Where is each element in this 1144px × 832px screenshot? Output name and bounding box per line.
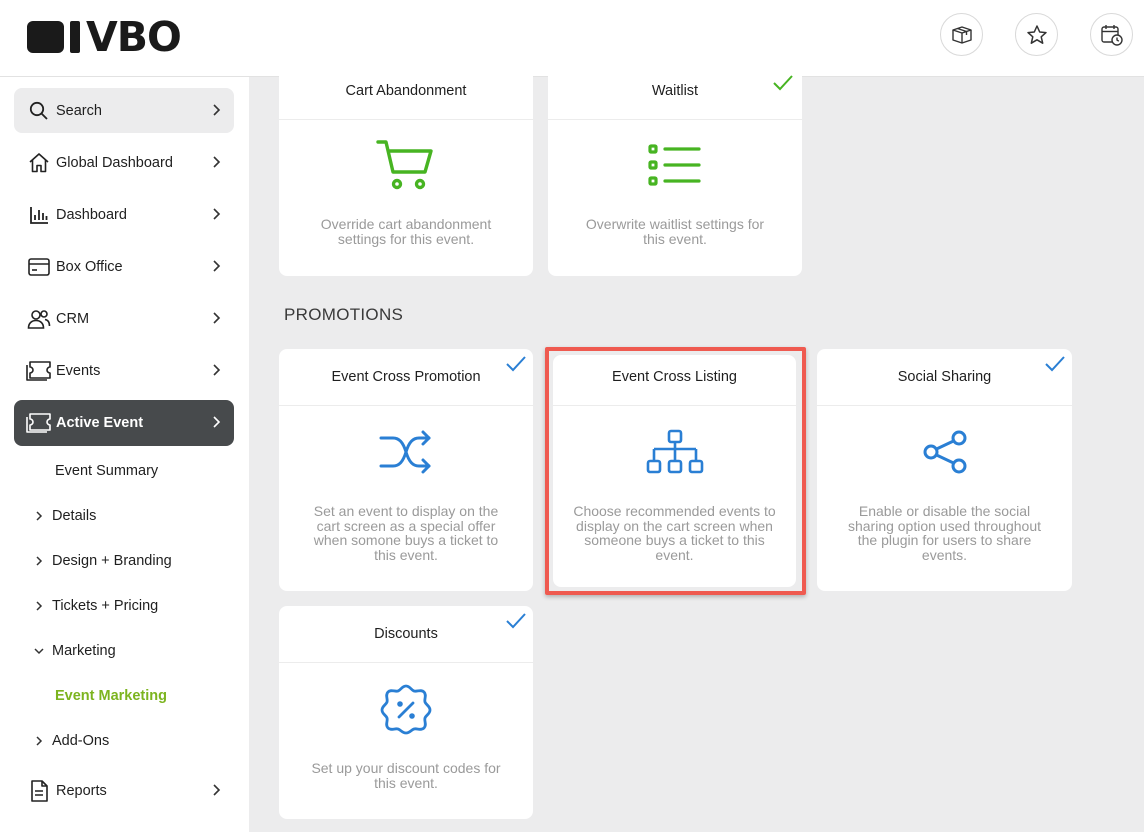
sidebar-item-reports[interactable]: Reports (14, 768, 234, 813)
sidebar-item-dashboard[interactable]: Dashboard (14, 192, 234, 237)
sub-item-label: Event Marketing (55, 688, 167, 704)
vbo-logo[interactable]: VBO (27, 13, 182, 61)
sidebar-item-label: Active Event (56, 415, 144, 431)
card-divider (279, 405, 533, 406)
chevron-right-icon (213, 104, 221, 116)
chevron-right-icon (213, 208, 221, 220)
card-description: Choose recommended events to display on … (573, 503, 776, 563)
chevron-right-icon (213, 312, 221, 324)
chevron-right-icon (213, 364, 221, 376)
share-icon (923, 430, 966, 474)
card-description: Enable or disable the social sharing opt… (847, 503, 1042, 563)
card-description: Set up your discount codes for this even… (311, 760, 501, 791)
shuffle-icon (379, 430, 431, 474)
sidebar-sub-tickets-pricing[interactable]: Tickets + Pricing (32, 595, 158, 617)
chevron-right-icon (36, 601, 43, 611)
sidebar-item-label: Box Office (56, 258, 123, 275)
discount-badge-icon (380, 684, 432, 735)
calendar-clock-icon (1100, 24, 1123, 46)
sub-item-label: Tickets + Pricing (52, 598, 159, 614)
ticket-icon (26, 411, 52, 435)
card-icon (26, 255, 52, 279)
card-title: Event Cross Listing (612, 369, 737, 385)
card-title: Event Cross Promotion (331, 369, 481, 385)
ticket-icon (26, 359, 52, 383)
sidebar-sub-event-marketing[interactable]: Event Marketing (55, 685, 167, 707)
sidebar-item-label: Events (56, 362, 101, 379)
card-title: Cart Abandonment (345, 83, 467, 99)
sidebar-item-label: CRM (56, 310, 90, 327)
sidebar-item-active-event[interactable]: Active Event (14, 400, 234, 446)
card-cart-abandonment[interactable]: Cart Abandonment Override cart abandonme… (279, 60, 533, 276)
sub-item-label: Add-Ons (52, 733, 110, 749)
card-social-sharing[interactable]: Social Sharing Enable or disable the soc… (817, 349, 1072, 591)
sidebar-item-label: Dashboard (56, 206, 127, 223)
sidebar-item-label: Global Dashboard (56, 154, 173, 171)
search-icon (26, 99, 52, 123)
home-icon (26, 151, 52, 175)
list-icon (648, 144, 701, 186)
sidebar-sub-marketing[interactable]: Marketing (32, 640, 116, 662)
sidebar-sub-details[interactable]: Details (32, 505, 96, 527)
sidebar-item-label: Search (56, 102, 102, 119)
favorites-button[interactable] (1015, 13, 1058, 56)
sidebar-sub-event-summary[interactable]: Event Summary (55, 460, 158, 482)
sub-item-label: Details (52, 508, 97, 524)
card-title: Discounts (374, 626, 438, 642)
card-divider (279, 662, 533, 663)
sidebar-item-events[interactable]: Events (14, 348, 234, 393)
card-event-cross-listing[interactable]: Event Cross Listing Choose recommended e… (553, 355, 796, 587)
logo-mark (27, 21, 64, 53)
card-divider (553, 405, 796, 406)
card-waitlist[interactable]: Waitlist Overwrite waitlist settings for… (548, 60, 802, 276)
bar-chart-icon (26, 203, 52, 227)
gift-box-icon (951, 25, 972, 44)
chevron-right-icon (36, 556, 43, 566)
chevron-right-icon (213, 156, 221, 168)
cart-icon (376, 140, 433, 190)
gift-box-button[interactable] (940, 13, 983, 56)
card-divider (817, 405, 1072, 406)
card-divider (279, 119, 533, 120)
chevron-right-icon (213, 416, 221, 428)
sidebar-sub-design-branding[interactable]: Design + Branding (32, 550, 172, 572)
sub-item-label: Event Summary (55, 463, 159, 479)
card-description: Overwrite waitlist settings for this eve… (585, 216, 765, 247)
sidebar-sub-add-ons[interactable]: Add-Ons (32, 730, 109, 752)
sub-item-label: Design + Branding (52, 553, 172, 569)
chevron-right-icon (213, 260, 221, 272)
chevron-down-icon (34, 648, 44, 655)
sidebar: Search Global Dashboard Dashboard Box Of… (0, 77, 249, 832)
card-discounts[interactable]: Discounts Set up your discount codes for… (279, 606, 533, 819)
sidebar-item-label: Reports (56, 782, 107, 799)
card-title: Waitlist (651, 83, 699, 99)
chevron-right-icon (36, 511, 43, 521)
star-icon (1026, 24, 1047, 44)
chevron-right-icon (213, 784, 221, 796)
card-title: Social Sharing (897, 369, 992, 385)
logo-text: VBO (86, 13, 182, 61)
card-description: Set an event to display on the cart scre… (313, 503, 499, 563)
chevron-right-icon (36, 736, 43, 746)
logo-bar (70, 21, 80, 53)
sub-item-label: Marketing (52, 643, 116, 659)
sidebar-item-search[interactable]: Search (14, 88, 234, 133)
card-divider (548, 119, 802, 120)
users-icon (26, 307, 52, 331)
hierarchy-icon (646, 429, 703, 474)
sidebar-item-global-dashboard[interactable]: Global Dashboard (14, 140, 234, 185)
card-event-cross-promotion[interactable]: Event Cross Promotion Set an event to di… (279, 349, 533, 591)
sidebar-item-crm[interactable]: CRM (14, 296, 234, 341)
document-icon (26, 779, 52, 803)
section-title-promotions: PROMOTIONS (284, 305, 404, 324)
sidebar-item-box-office[interactable]: Box Office (14, 244, 234, 289)
card-description: Override cart abandonment settings for t… (320, 216, 492, 247)
schedule-button[interactable] (1090, 13, 1133, 56)
